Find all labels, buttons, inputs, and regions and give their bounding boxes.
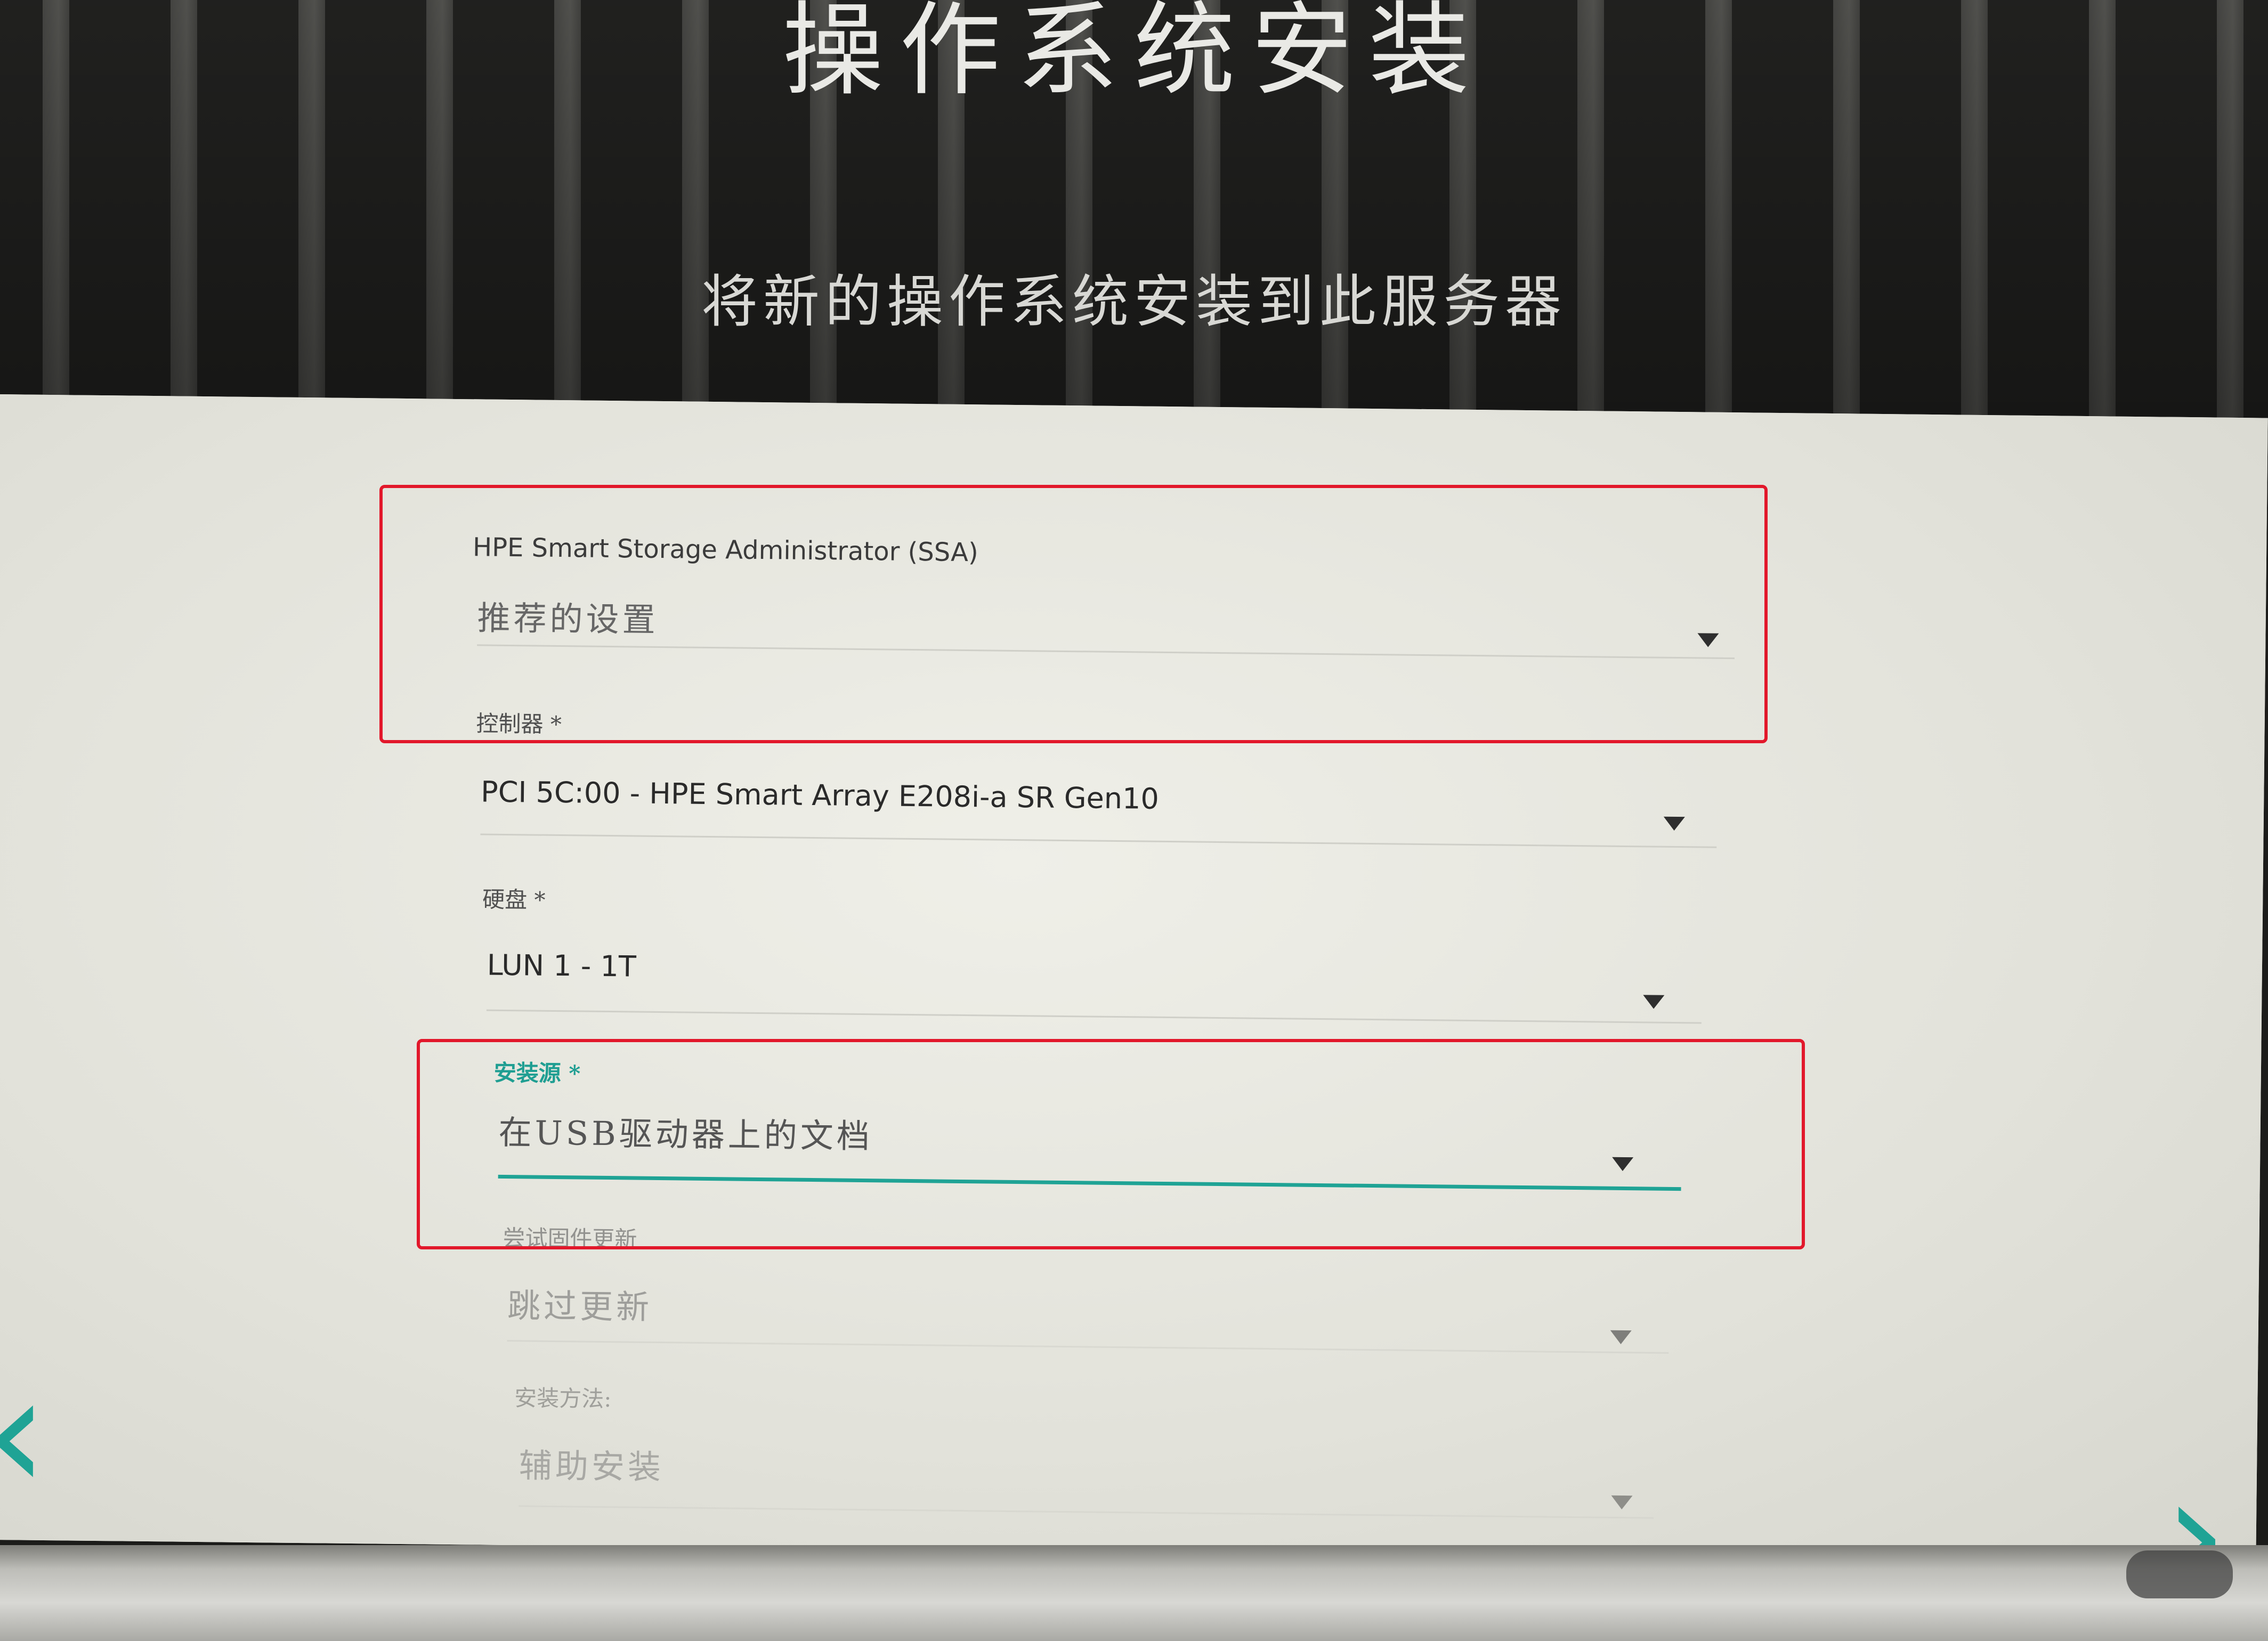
install-method-label: 安装方法:: [514, 1385, 612, 1412]
disk-select[interactable]: 硬盘 * LUN 1 - 1T: [481, 882, 1708, 1033]
highlight-ssa: [379, 485, 1768, 743]
controller-underline: [480, 833, 1717, 848]
controller-value: PCI 5C:00 - HPE Smart Array E208i-a SR G…: [480, 775, 1160, 816]
chevron-down-icon[interactable]: [1611, 1495, 1633, 1510]
chevron-down-icon[interactable]: [1643, 995, 1665, 1009]
page-title: 操作系统安装: [782, 0, 1486, 109]
disk-value: LUN 1 - 1T: [487, 948, 637, 984]
firmware-update-value: 跳过更新: [507, 1286, 653, 1327]
disk-label: 硬盘 *: [482, 886, 546, 913]
chevron-down-icon[interactable]: [1663, 816, 1685, 831]
install-method-underline: [519, 1505, 1654, 1519]
disk-underline: [486, 1009, 1702, 1024]
chevron-down-icon[interactable]: [1610, 1330, 1632, 1345]
install-method-select[interactable]: 安装方法: 辅助安装: [513, 1380, 1661, 1541]
next-button[interactable]: [2126, 1550, 2233, 1598]
page-subtitle: 将新的操作系统安装到此服务器: [701, 269, 1567, 335]
highlight-install-source: [417, 1039, 1805, 1249]
monitor-bezel: [0, 1545, 2268, 1641]
chevron-left-icon[interactable]: ‹: [0, 1353, 48, 1513]
firmware-update-underline: [507, 1340, 1669, 1354]
install-method-value: 辅助安装: [519, 1446, 665, 1487]
